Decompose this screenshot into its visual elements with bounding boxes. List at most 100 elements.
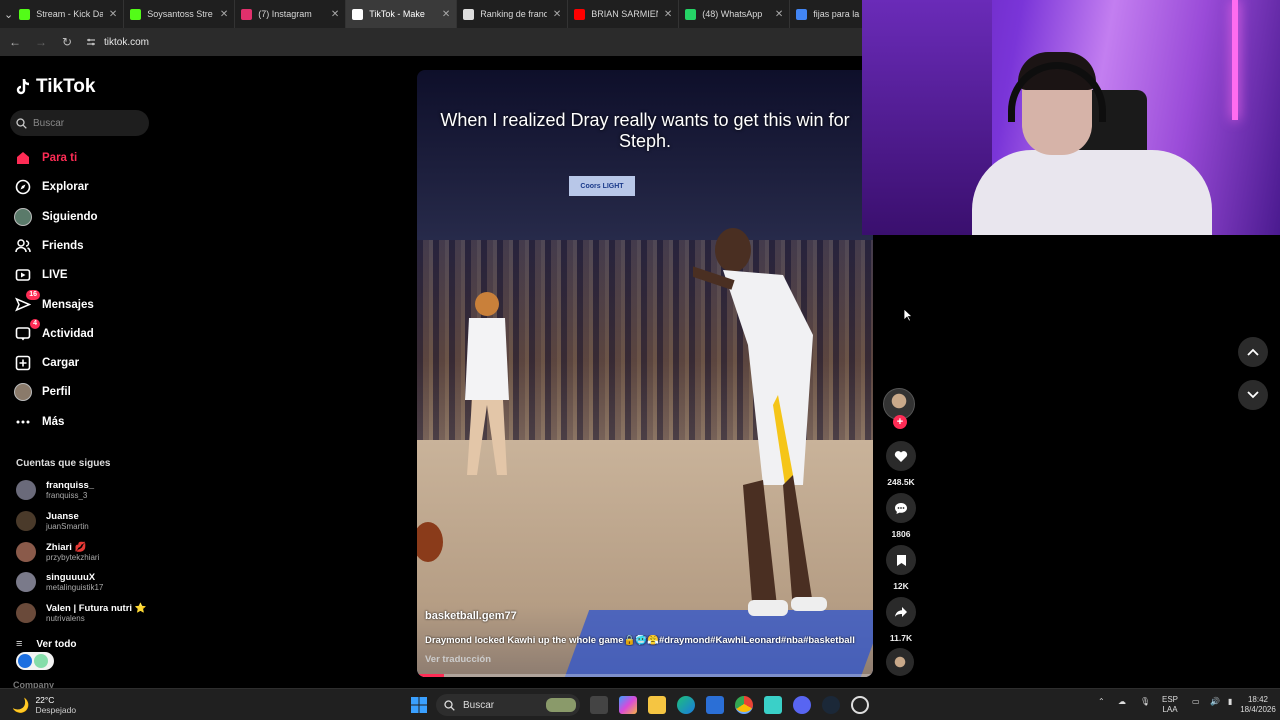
tray-chevron-icon[interactable]: ⌃ — [1098, 697, 1105, 707]
extension-pill[interactable] — [16, 652, 54, 670]
weather-temp: 22°C — [35, 695, 55, 705]
reload-icon[interactable]: ↻ — [60, 35, 74, 49]
player-illustration — [693, 228, 827, 616]
browser-tab[interactable]: (48) WhatsApp ✕ — [679, 0, 791, 28]
tab-favicon-icon — [685, 8, 697, 20]
tiktok-logo[interactable]: TikTok — [16, 76, 95, 98]
browser-tab[interactable]: Soysantoss Stre ✕ — [124, 0, 236, 28]
video-actions: + — [883, 388, 917, 429]
notepad-icon[interactable] — [764, 696, 782, 714]
tiktok-sidebar: TikTok Buscar Para ti Explorar Siguiendo Fr… — [0, 56, 160, 690]
video-progress-bar[interactable] — [417, 674, 873, 677]
tab-title: Ranking de franq — [480, 9, 547, 19]
browser-tab[interactable]: BRIAN SARMIENT ✕ — [568, 0, 680, 28]
battery-icon[interactable]: ▮ — [1228, 697, 1232, 707]
upload-icon — [14, 354, 32, 372]
weather-widget[interactable]: 🌙 22°C Despejado — [12, 695, 76, 715]
like-button[interactable]: 248.5K — [884, 441, 918, 487]
tab-close-icon[interactable]: ✕ — [664, 9, 672, 20]
sidebar-item-label: Cargar — [42, 357, 80, 370]
following-account[interactable]: singuuuuX metalinguistik17 — [16, 572, 103, 593]
site-info-icon[interactable] — [86, 37, 96, 47]
tab-close-icon[interactable]: ✕ — [109, 9, 117, 20]
file-explorer-icon[interactable] — [648, 696, 666, 714]
webcam-person-body — [972, 150, 1212, 235]
following-account[interactable]: franquiss_ franquiss_3 — [16, 480, 94, 500]
store-icon[interactable] — [706, 696, 724, 714]
sidebar-item-mensajes[interactable]: 16 Mensajes — [14, 289, 94, 315]
tab-search-chevron-icon[interactable]: ⌄ — [4, 4, 13, 24]
comment-button[interactable]: 1806 — [884, 493, 918, 539]
avatar — [16, 510, 36, 531]
see-translation-link[interactable]: Ver traducción — [425, 654, 491, 665]
tab-close-icon[interactable]: ✕ — [442, 9, 450, 20]
task-view-icon[interactable] — [590, 696, 608, 714]
creator-avatar[interactable]: + — [883, 388, 915, 429]
copilot-icon[interactable] — [619, 696, 637, 714]
account-name: Juanse — [46, 510, 79, 522]
sidebar-item-siguiendo[interactable]: Siguiendo — [14, 207, 98, 227]
friends-icon — [14, 237, 32, 255]
edge-icon[interactable] — [677, 696, 695, 714]
video-player[interactable]: Coors LIGHT When I realized Dray really … — [417, 70, 873, 677]
language-indicator[interactable]: ESP LAA — [1162, 695, 1178, 715]
tab-close-icon[interactable]: ✕ — [220, 9, 228, 20]
save-button[interactable]: 12K — [884, 545, 918, 591]
music-disc-icon[interactable] — [886, 648, 914, 676]
sidebar-item-actividad[interactable]: 4 Actividad — [14, 318, 94, 344]
tab-close-icon[interactable]: ✕ — [553, 9, 561, 20]
mouse-cursor-icon — [903, 308, 913, 322]
url-text: tiktok.com — [104, 36, 150, 48]
search-input[interactable]: Buscar — [10, 110, 149, 136]
windows-start-icon[interactable] — [410, 696, 428, 714]
avatar — [16, 603, 36, 624]
list-icon: ≡ — [16, 638, 23, 650]
taskbar-search[interactable]: Buscar — [436, 694, 580, 716]
account-handle: nutrivalens — [46, 614, 85, 624]
clock[interactable]: 18:42 18/4/2026 — [1240, 695, 1276, 715]
tab-close-icon[interactable]: ✕ — [331, 9, 339, 20]
browser-tab[interactable]: (7) Instagram ✕ — [235, 0, 347, 28]
follow-plus-icon[interactable]: + — [893, 415, 907, 429]
browser-tab[interactable]: Stream - Kick Das ✕ — [13, 0, 125, 28]
address-bar: ← → ↻ tiktok.com — [0, 28, 862, 56]
volume-icon[interactable]: 🔊 — [1210, 697, 1220, 707]
following-account[interactable]: Zhiari 💋 przybytekzhiari — [16, 541, 99, 562]
microphone-icon[interactable]: 🎙 — [1140, 697, 1150, 707]
notification-badge: 4 — [30, 318, 40, 329]
profile-avatar-icon — [14, 383, 32, 402]
sidebar-item-para-ti[interactable]: Para ti — [14, 148, 77, 168]
discord-icon[interactable] — [793, 696, 811, 714]
obs-icon[interactable] — [851, 696, 869, 714]
forward-arrow-icon[interactable]: → — [34, 35, 48, 49]
see-all-button[interactable]: ≡ Ver todo — [16, 638, 76, 650]
following-account[interactable]: Valen | Futura nutri ⭐ nutrivalens — [16, 603, 147, 624]
previous-video-button[interactable] — [1238, 337, 1268, 367]
comment-count: 1806 — [891, 529, 911, 539]
share-button[interactable]: 11.7K — [884, 597, 918, 643]
tab-close-icon[interactable]: ✕ — [775, 9, 783, 20]
url-field[interactable]: tiktok.com — [86, 37, 149, 48]
video-progress-fill — [417, 674, 445, 677]
sidebar-item-cargar[interactable]: Cargar — [14, 353, 79, 373]
webcam-overlay — [862, 0, 1280, 235]
keyboard-layout: LAA — [1162, 705, 1178, 714]
following-account[interactable]: Juanse juanSmartin — [16, 510, 89, 531]
chrome-icon[interactable] — [735, 696, 753, 714]
sidebar-item-m-s[interactable]: Más — [14, 412, 64, 432]
back-arrow-icon[interactable]: ← — [8, 35, 22, 49]
browser-tab[interactable]: Ranking de franq ✕ — [457, 0, 569, 28]
tab-title: Soysantoss Stre — [147, 9, 213, 19]
sidebar-item-friends[interactable]: Friends — [14, 236, 84, 256]
compass-icon — [14, 178, 32, 196]
steam-icon[interactable] — [822, 696, 840, 714]
browser-tab[interactable]: TikTok - Make ✕ — [346, 0, 458, 28]
network-icon[interactable]: ▭ — [1192, 697, 1200, 707]
sidebar-item-perfil[interactable]: Perfil — [14, 382, 71, 402]
next-video-button[interactable] — [1238, 380, 1268, 410]
sidebar-item-live[interactable]: LIVE — [14, 265, 68, 285]
sidebar-item-explorar[interactable]: Explorar — [14, 177, 89, 197]
video-author[interactable]: basketball.gem77 — [425, 610, 517, 622]
onedrive-icon[interactable]: ☁ — [1118, 697, 1126, 707]
notification-badge: 16 — [26, 289, 40, 300]
